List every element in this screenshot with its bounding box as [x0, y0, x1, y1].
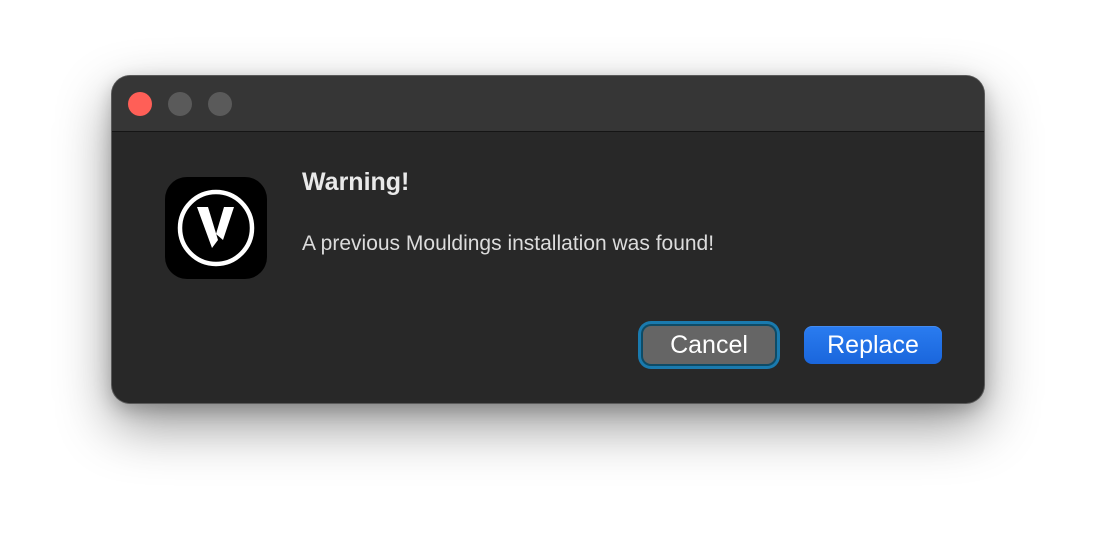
alert-title: Warning! [302, 168, 410, 196]
minimize-window-button[interactable] [168, 92, 192, 116]
vectorworks-logo-icon [165, 177, 267, 279]
alert-dialog-window: Warning! A previous Mouldings installati… [112, 76, 984, 403]
close-window-button[interactable] [128, 92, 152, 116]
alert-message: A previous Mouldings installation was fo… [302, 232, 715, 255]
cancel-button[interactable]: Cancel [643, 326, 775, 364]
title-bar[interactable] [112, 76, 984, 132]
zoom-window-button[interactable] [208, 92, 232, 116]
replace-button[interactable]: Replace [804, 326, 942, 364]
